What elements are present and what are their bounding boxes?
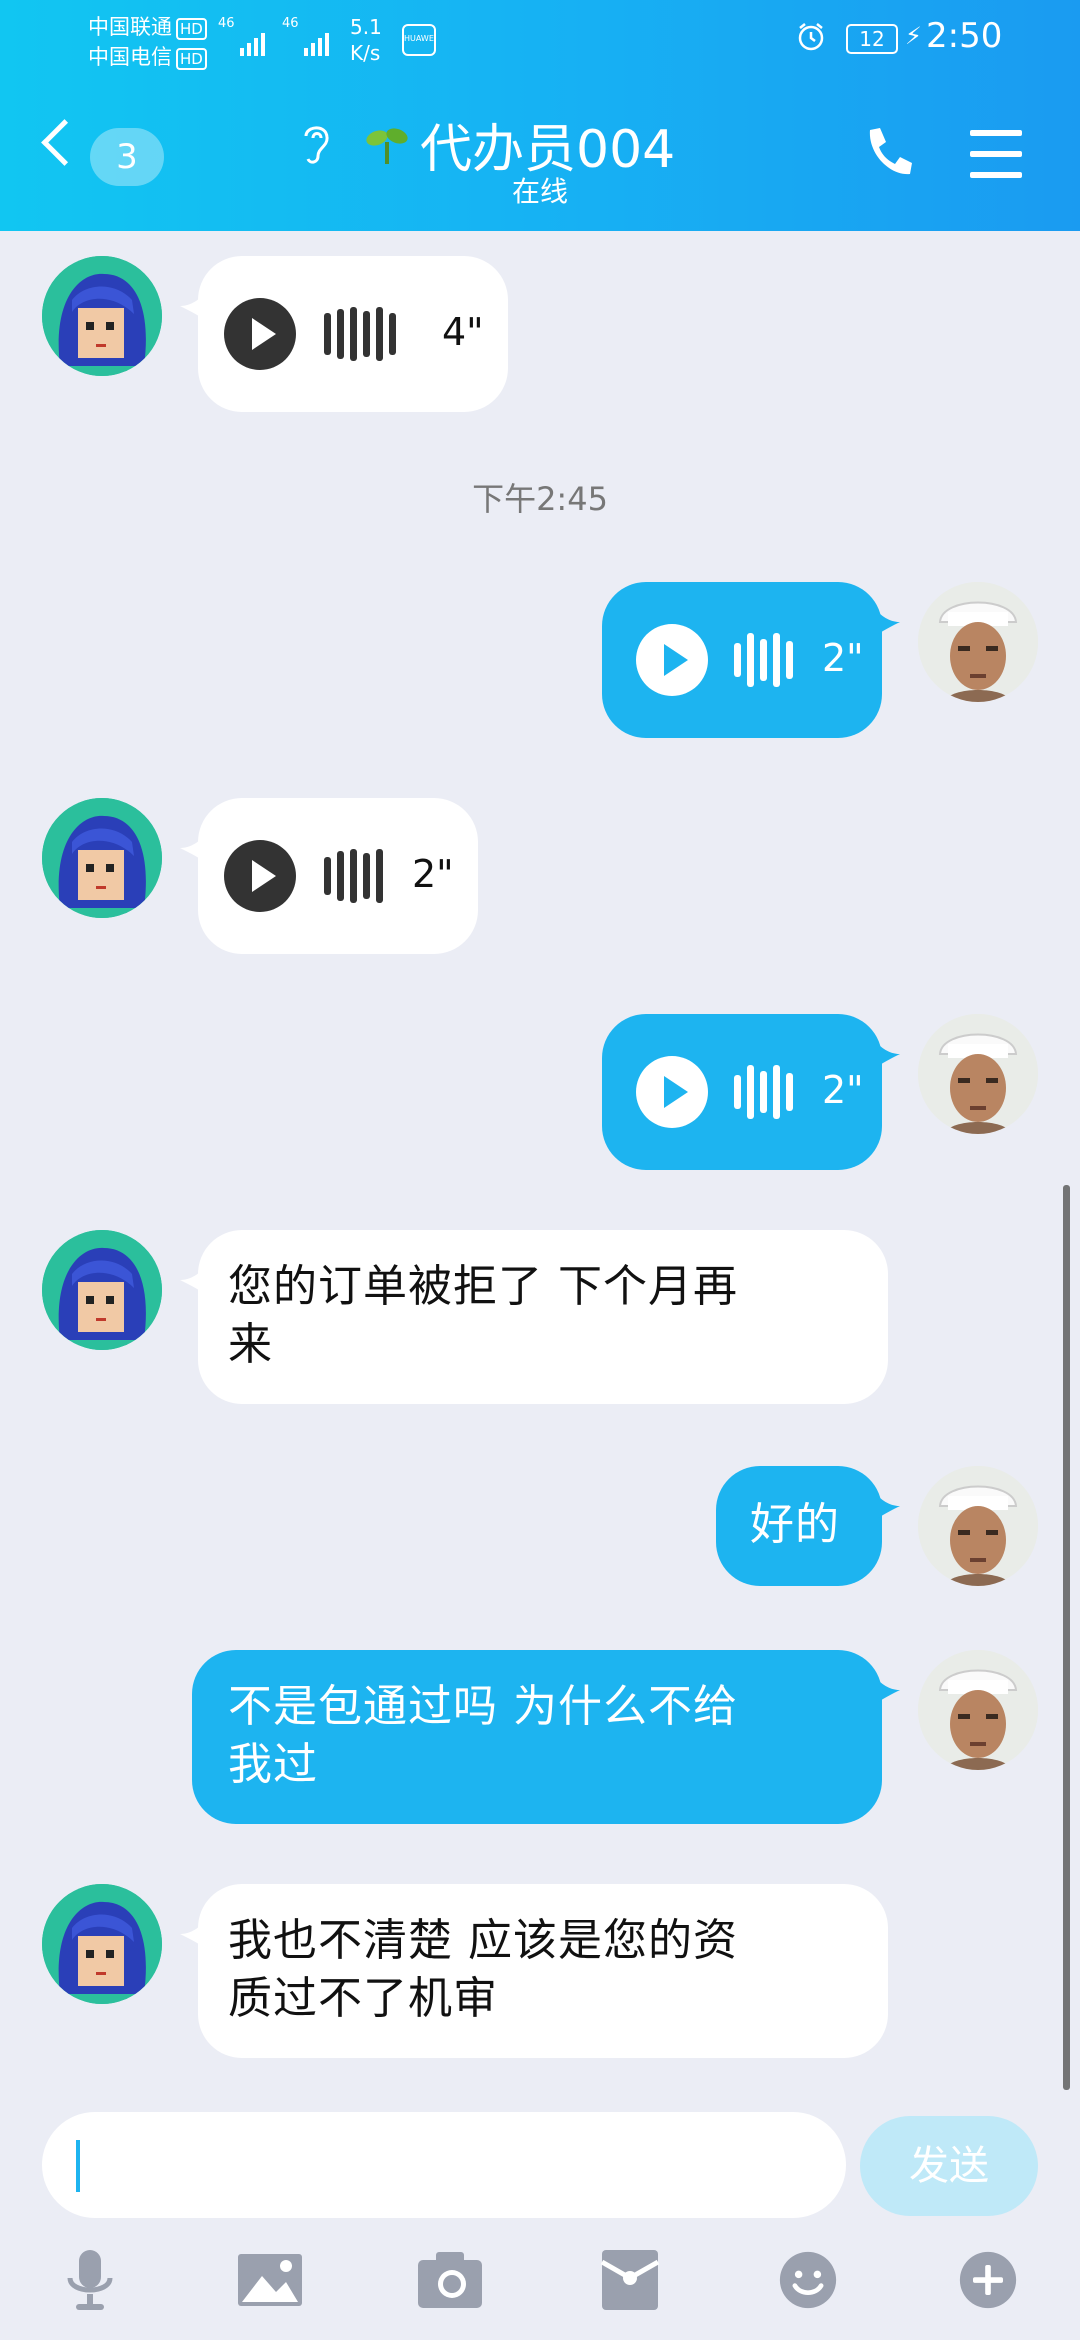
contact-avatar[interactable] [42, 256, 162, 376]
text-message-bubble[interactable]: 好的 [716, 1466, 900, 1586]
play-icon[interactable] [224, 298, 296, 370]
menu-icon[interactable] [970, 130, 1022, 193]
alarm-icon [798, 23, 824, 51]
voice-message-bubble[interactable]: 4" [180, 256, 508, 412]
message-timestamp: 下午2:45 [472, 480, 608, 518]
play-icon[interactable] [636, 624, 708, 696]
send-button[interactable]: 发送 [860, 2116, 1038, 2216]
text-message-bubble[interactable]: 不是包通过吗 为什么不给 我过 [192, 1650, 900, 1824]
status-bar: 中国联通 HD 中国电信 HD 46 46 5.1 K/s HUAWEI 12 ⚡ … [0, 0, 1080, 80]
sprout-icon [366, 128, 408, 164]
carrier-2: 中国电信 [88, 45, 172, 69]
hd-badge: HD [176, 18, 207, 40]
scrollbar[interactable] [1063, 1185, 1070, 2090]
red-packet-icon[interactable] [600, 2248, 660, 2312]
bubble-tail [878, 1680, 900, 1702]
voice-duration: 2" [822, 1068, 864, 1112]
emoji-icon[interactable] [778, 2248, 838, 2312]
message-text: 您的订单被拒了 下个月再 来 [228, 1261, 738, 1370]
back-icon[interactable] [41, 119, 88, 166]
huawei-app-icon: HUAWEI [402, 24, 436, 56]
voice-wave-icon [324, 849, 394, 903]
earpiece-mode-icon[interactable] [298, 120, 334, 166]
voice-duration: 2" [822, 636, 864, 680]
voice-duration: 2" [412, 852, 454, 896]
play-icon[interactable] [224, 840, 296, 912]
charging-icon: ⚡ [905, 22, 922, 50]
text-cursor [76, 2140, 80, 2192]
contact-avatar[interactable] [42, 1230, 162, 1350]
voice-wave-icon [734, 633, 804, 687]
user-avatar[interactable] [918, 582, 1038, 702]
carrier-info: 中国联通 HD 中国电信 HD [88, 12, 207, 72]
bubble-tail [180, 838, 202, 860]
contact-avatar[interactable] [42, 798, 162, 918]
voice-message-bubble[interactable]: 2" [602, 1014, 900, 1170]
user-avatar[interactable] [918, 1014, 1038, 1134]
carrier-1: 中国联通 [88, 15, 172, 39]
text-message-bubble[interactable]: 我也不清楚 应该是您的资 质过不了机审 [180, 1884, 888, 2058]
camera-icon[interactable] [416, 2248, 484, 2312]
text-message-bubble[interactable]: 您的订单被拒了 下个月再 来 [180, 1230, 888, 1404]
message-text: 好的 [750, 1499, 840, 1550]
plus-icon[interactable] [958, 2248, 1018, 2312]
bubble-tail [878, 1044, 900, 1066]
voice-wave-icon [734, 1065, 804, 1119]
network-type: 46 [218, 16, 235, 31]
message-text: 不是包通过吗 为什么不给 我过 [228, 1681, 738, 1790]
user-avatar[interactable] [918, 1466, 1038, 1586]
bubble-tail [180, 1270, 202, 1292]
message-text: 我也不清楚 应该是您的资 质过不了机审 [228, 1915, 738, 2024]
network-speed: 5.1 K/s [350, 15, 382, 65]
bubble-tail [180, 296, 202, 318]
network-type: 46 [282, 16, 299, 31]
voice-duration: 4" [442, 310, 484, 354]
battery-icon: 12 [846, 24, 898, 54]
message-input[interactable] [42, 2112, 846, 2218]
online-status: 在线 [511, 175, 568, 208]
bubble-tail [878, 612, 900, 634]
status-time: 2:50 [926, 16, 1003, 56]
contact-avatar[interactable] [42, 1884, 162, 2004]
microphone-icon[interactable] [60, 2248, 120, 2312]
phone-icon[interactable] [860, 124, 916, 180]
bubble-tail [878, 1496, 900, 1518]
voice-message-bubble[interactable]: 2" [180, 798, 478, 954]
image-icon[interactable] [236, 2248, 304, 2312]
voice-wave-icon [324, 307, 396, 361]
voice-message-bubble[interactable]: 2" [602, 582, 900, 738]
hd-badge: HD [176, 48, 207, 70]
play-icon[interactable] [636, 1056, 708, 1128]
user-avatar[interactable] [918, 1650, 1038, 1770]
bubble-tail [180, 1924, 202, 1946]
chat-header: 中国联通 HD 中国电信 HD 46 46 5.1 K/s HUAWEI 12 ⚡ … [0, 0, 1080, 231]
